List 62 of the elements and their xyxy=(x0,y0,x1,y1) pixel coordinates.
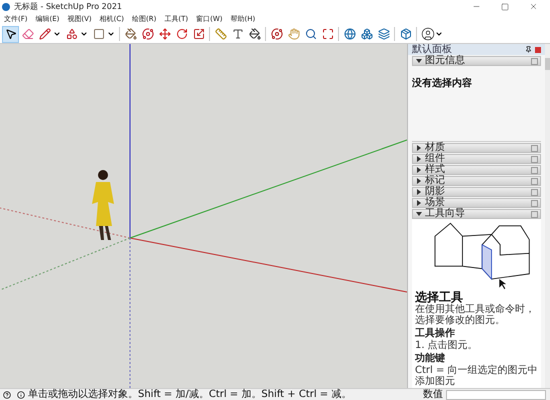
panel-title: 默认面板 xyxy=(412,44,453,54)
info-icon[interactable] xyxy=(17,390,25,398)
instructor-heading: 工具操作 xyxy=(415,329,456,339)
dropdown-caret-icon[interactable] xyxy=(107,30,115,38)
panel-tray-header[interactable]: 图元信息 xyxy=(412,56,541,66)
package-icon xyxy=(400,28,412,40)
measurements-input-field[interactable] xyxy=(446,390,546,400)
entity-info-text: 没有选择内容 xyxy=(412,78,472,89)
rotate-icon xyxy=(176,28,188,40)
close-icon[interactable] xyxy=(529,2,538,11)
select-arrow-icon xyxy=(4,28,16,40)
expanded-triangle-icon xyxy=(413,211,425,217)
boxes-icon xyxy=(360,28,372,40)
panel-tray-header[interactable]: 场景 xyxy=(412,198,541,208)
paint-bucket-icon xyxy=(248,28,260,40)
dropdown-caret-icon[interactable] xyxy=(80,30,88,38)
globe-icon xyxy=(344,28,356,40)
move-icon xyxy=(158,28,170,40)
panel-tray-header[interactable]: 工具向导 xyxy=(412,209,541,219)
tray-title: 材质 xyxy=(425,143,446,153)
toolbar-tool-button[interactable] xyxy=(2,26,19,42)
panel-tray-header[interactable]: 组件 xyxy=(412,154,541,164)
user-account-icon[interactable] xyxy=(421,27,435,41)
layers-icon xyxy=(378,28,390,40)
hand-icon xyxy=(288,28,300,40)
instructor-text: 1. 点击图元。 xyxy=(415,340,479,351)
app-logo-icon xyxy=(2,2,10,10)
rectangle-icon xyxy=(92,28,104,40)
dropdown-caret-icon[interactable] xyxy=(435,30,443,38)
panel-tray-header[interactable]: 标记 xyxy=(412,176,541,186)
panel-tray-header[interactable]: 阴影 xyxy=(412,187,541,197)
status-message: 单击或拖动以选择对象。Shift = 加/减。Ctrl = 加。Shift + Ctrl = 减。 xyxy=(28,390,352,400)
panel-close-icon[interactable] xyxy=(535,46,541,52)
tray-title: 组件 xyxy=(425,154,446,164)
measurements-label: 数值 xyxy=(423,390,443,400)
help-icon[interactable] xyxy=(3,390,11,398)
text-icon xyxy=(232,28,244,40)
panel-tray-header[interactable]: 样式 xyxy=(412,165,541,175)
pin-icon[interactable] xyxy=(525,46,532,53)
tray-title: 标记 xyxy=(425,176,446,186)
shapes-icon xyxy=(66,28,78,40)
tray-title: 图元信息 xyxy=(425,56,466,66)
search-icon xyxy=(304,28,316,40)
tray-title: 工具向导 xyxy=(425,209,466,219)
tray-title: 样式 xyxy=(425,165,446,175)
instructor-text: Ctrl = 向一组选定的图元中添加图元 xyxy=(415,365,538,387)
tray-title: 场景 xyxy=(425,198,446,208)
tray-title: 阴影 xyxy=(425,187,446,197)
instructor-heading: 功能键 xyxy=(415,354,446,364)
instructor-title: 选择工具 xyxy=(415,291,464,303)
instructor-description: 在使用其他工具或命令时，选择要修改的图元。 xyxy=(415,304,536,326)
expanded-triangle-icon xyxy=(413,58,425,64)
maximize-icon[interactable] xyxy=(501,2,509,10)
pencil-icon xyxy=(38,28,50,40)
eraser-icon xyxy=(22,28,34,40)
dropdown-caret-icon[interactable] xyxy=(53,30,61,38)
panel-tray-header[interactable]: 材质 xyxy=(412,143,541,153)
orbit-icon xyxy=(270,28,282,40)
scrollbar-track[interactable] xyxy=(545,44,550,388)
window-title: 无标题 - SketchUp Pro 2021 xyxy=(14,0,123,12)
scrollbar-thumb[interactable] xyxy=(545,58,550,70)
person-figure-drawing xyxy=(92,170,114,240)
